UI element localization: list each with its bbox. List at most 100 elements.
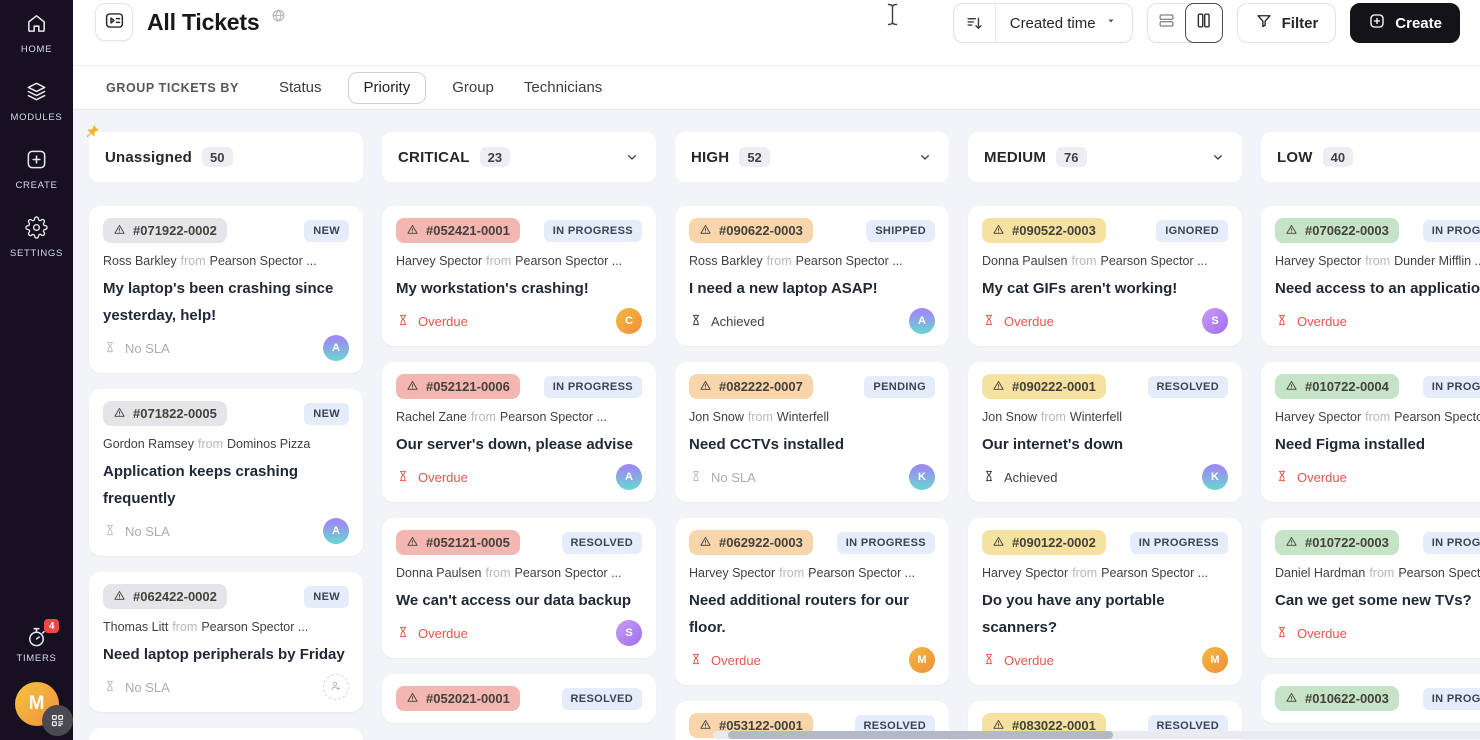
ticket-card[interactable]: #052121-0005 RESOLVED Donna Paulsen from P… <box>382 518 656 658</box>
ticket-card[interactable]: #070622-0003 IN PROGRESS Harvey Spectorf… <box>1261 206 1480 346</box>
sla-label: Overdue <box>1004 652 1054 668</box>
column-header[interactable]: LOW 40 <box>1261 132 1480 182</box>
sidebar-item-settings[interactable]: SETTINGS <box>10 216 63 259</box>
horizontal-scrollbar-track[interactable] <box>713 731 1480 739</box>
tab-group[interactable]: Group <box>452 79 494 96</box>
tab-priority[interactable]: Priority <box>347 71 427 104</box>
assignee-avatar[interactable]: S <box>1202 308 1228 334</box>
ticket-id-pill[interactable]: #090122-0002 <box>982 530 1106 555</box>
ticket-card[interactable]: #010722-0003 IN PROGRESS Daniel Hardmanf… <box>1261 518 1480 658</box>
board-column-critical: CRITICAL 23 #052421-0001 IN PROGRESS Har… <box>382 132 656 740</box>
from-label: from <box>485 566 511 580</box>
list-view-button[interactable] <box>1148 4 1186 42</box>
ticket-id-pill[interactable]: #010722-0004 <box>1275 374 1399 399</box>
ticket-card[interactable]: #090522-0003 IGNORED Donna Paulsen from Pe… <box>968 206 1242 346</box>
sidebar-item-create[interactable]: CREATE <box>10 148 63 191</box>
ticket-id-pill[interactable]: #090222-0001 <box>982 374 1106 399</box>
user-avatar[interactable]: M <box>14 682 73 736</box>
ticket-card[interactable]: #071922-0002 NEW Ross Barkley from Pearson… <box>89 206 363 373</box>
app-root: HOME MODULES CREATE SETTINGS 4 TIMERS M <box>0 0 1480 740</box>
ticket-id-pill[interactable]: #090522-0003 <box>982 218 1106 243</box>
ticket-id-pill[interactable]: #062422-0002 <box>103 584 227 609</box>
kanban-view-button[interactable] <box>1184 3 1223 43</box>
requester-name: Harvey Spector <box>689 566 776 580</box>
ticket-card[interactable]: #090622-0003 SHIPPED Ross Barkley from Pea… <box>675 206 949 346</box>
column-title: LOW <box>1277 148 1313 166</box>
tab-technicians[interactable]: Technicians <box>524 79 602 96</box>
ticket-id-pill[interactable]: #052121-0005 <box>396 530 520 555</box>
ticket-id-pill[interactable]: #052121-0006 <box>396 374 520 399</box>
ticket-card[interactable]: #090122-0002 IN PROGRESS Harvey Spector f… <box>968 518 1242 685</box>
ticket-id-pill[interactable]: #062922-0003 <box>689 530 813 555</box>
ticket-card[interactable]: #062922-0003 IN PROGRESS Harvey Spector f… <box>675 518 949 685</box>
sidebar-item-modules[interactable]: MODULES <box>10 80 63 123</box>
ticket-card-bottom: Overdue M <box>689 647 935 673</box>
assign-technician-button[interactable] <box>323 674 349 700</box>
qr-scan-icon[interactable] <box>41 705 73 736</box>
column-header[interactable]: Unassigned 50 <box>86 125 363 182</box>
chevron-down-icon[interactable] <box>917 149 933 165</box>
ticket-status-badge: IGNORED <box>1156 219 1228 242</box>
ticket-id-pill[interactable]: #052021-0001 <box>396 686 520 711</box>
requester-name: Harvey Spector <box>1275 254 1362 268</box>
assignee-avatar[interactable]: K <box>1202 464 1228 490</box>
horizontal-scrollbar-thumb[interactable] <box>728 731 1113 739</box>
ticket-id-pill[interactable]: #010622-0003 <box>1275 686 1399 711</box>
ticket-id-pill[interactable]: #082222-0007 <box>689 374 813 399</box>
sidebar-item-home[interactable]: HOME <box>10 12 63 55</box>
hourglass-icon <box>103 523 117 540</box>
tab-status[interactable]: Status <box>279 79 322 96</box>
settings-icon <box>25 216 48 244</box>
ticket-card[interactable]: #010622-0003 IN PROGRESS <box>1261 674 1480 723</box>
sort-dropdown[interactable]: Created time <box>952 3 1133 43</box>
column-header[interactable]: CRITICAL 23 <box>382 132 656 182</box>
assignee-avatar[interactable]: A <box>323 335 349 361</box>
create-button[interactable]: Create <box>1350 3 1460 43</box>
hourglass-icon <box>103 679 117 696</box>
ticket-subject: Our internet's down <box>982 436 1124 453</box>
assignee-avatar[interactable]: C <box>616 308 642 334</box>
assignee-avatar[interactable]: K <box>909 464 935 490</box>
create-icon <box>25 148 48 176</box>
ticket-id-pill[interactable]: #071822-0005 <box>103 401 227 426</box>
sla-status: Overdue <box>1275 313 1347 330</box>
chevron-down-icon[interactable] <box>1210 149 1226 165</box>
sla-status: Overdue <box>982 652 1054 669</box>
ticket-card[interactable]: #010722-0004 IN PROGRESS Harvey Spectorf… <box>1261 362 1480 502</box>
assignee-avatar[interactable]: M <box>909 647 935 673</box>
ticket-view-button[interactable] <box>95 3 133 41</box>
filter-label: Filter <box>1281 14 1319 32</box>
hourglass-icon <box>982 469 996 486</box>
ticket-id-pill[interactable]: #071922-0002 <box>103 218 227 243</box>
assignee-avatar[interactable]: A <box>323 518 349 544</box>
ticket-card[interactable]: #071822-0005 NEW Gordon Ramsey from Domino… <box>89 389 363 556</box>
ticket-status-badge: IN PROGRESS <box>1422 219 1480 242</box>
filter-button[interactable]: Filter <box>1236 3 1337 43</box>
ticket-id-pill[interactable]: #052421-0001 <box>396 218 520 243</box>
ticket-id-pill[interactable]: #090622-0003 <box>689 218 813 243</box>
column-header[interactable]: MEDIUM 76 <box>968 132 1242 182</box>
column-header[interactable]: HIGH 52 <box>675 132 949 182</box>
ticket-id-pill[interactable]: #070622-0003 <box>1275 218 1399 243</box>
ticket-card[interactable]: #052121-0006 IN PROGRESS Rachel Zane from… <box>382 362 656 502</box>
assignee-avatar[interactable]: A <box>909 308 935 334</box>
ticket-card[interactable]: #090622-0002 NEW <box>89 728 363 740</box>
assignee-avatar[interactable]: A <box>616 464 642 490</box>
sla-label: Overdue <box>1297 313 1347 329</box>
ticket-card[interactable]: #082222-0007 PENDING Jon Snow from Winterf… <box>675 362 949 502</box>
ticket-card[interactable]: #052021-0001 RESOLVED <box>382 674 656 723</box>
ticket-card-bottom: Overdue M <box>982 647 1228 673</box>
ticket-card[interactable]: #062422-0002 NEW Thomas Litt from Pearson … <box>89 572 363 712</box>
globe-icon[interactable] <box>271 8 286 28</box>
chevron-down-icon[interactable] <box>624 149 640 165</box>
ticket-card-top: #090122-0002 IN PROGRESS <box>982 530 1228 555</box>
assignee-avatar[interactable]: S <box>616 620 642 646</box>
from-label: from <box>766 254 792 268</box>
sidebar-item-timers[interactable]: 4 TIMERS <box>16 619 59 664</box>
assignee-avatar[interactable]: M <box>1202 647 1228 673</box>
ticket-card-top: #090522-0003 IGNORED <box>982 218 1228 243</box>
ticket-card[interactable]: #052421-0001 IN PROGRESS Harvey Spector f… <box>382 206 656 346</box>
ticket-id-pill[interactable]: #010722-0003 <box>1275 530 1399 555</box>
ticket-card[interactable]: #090222-0001 RESOLVED Jon Snow from Winter… <box>968 362 1242 502</box>
hourglass-icon <box>103 340 117 357</box>
